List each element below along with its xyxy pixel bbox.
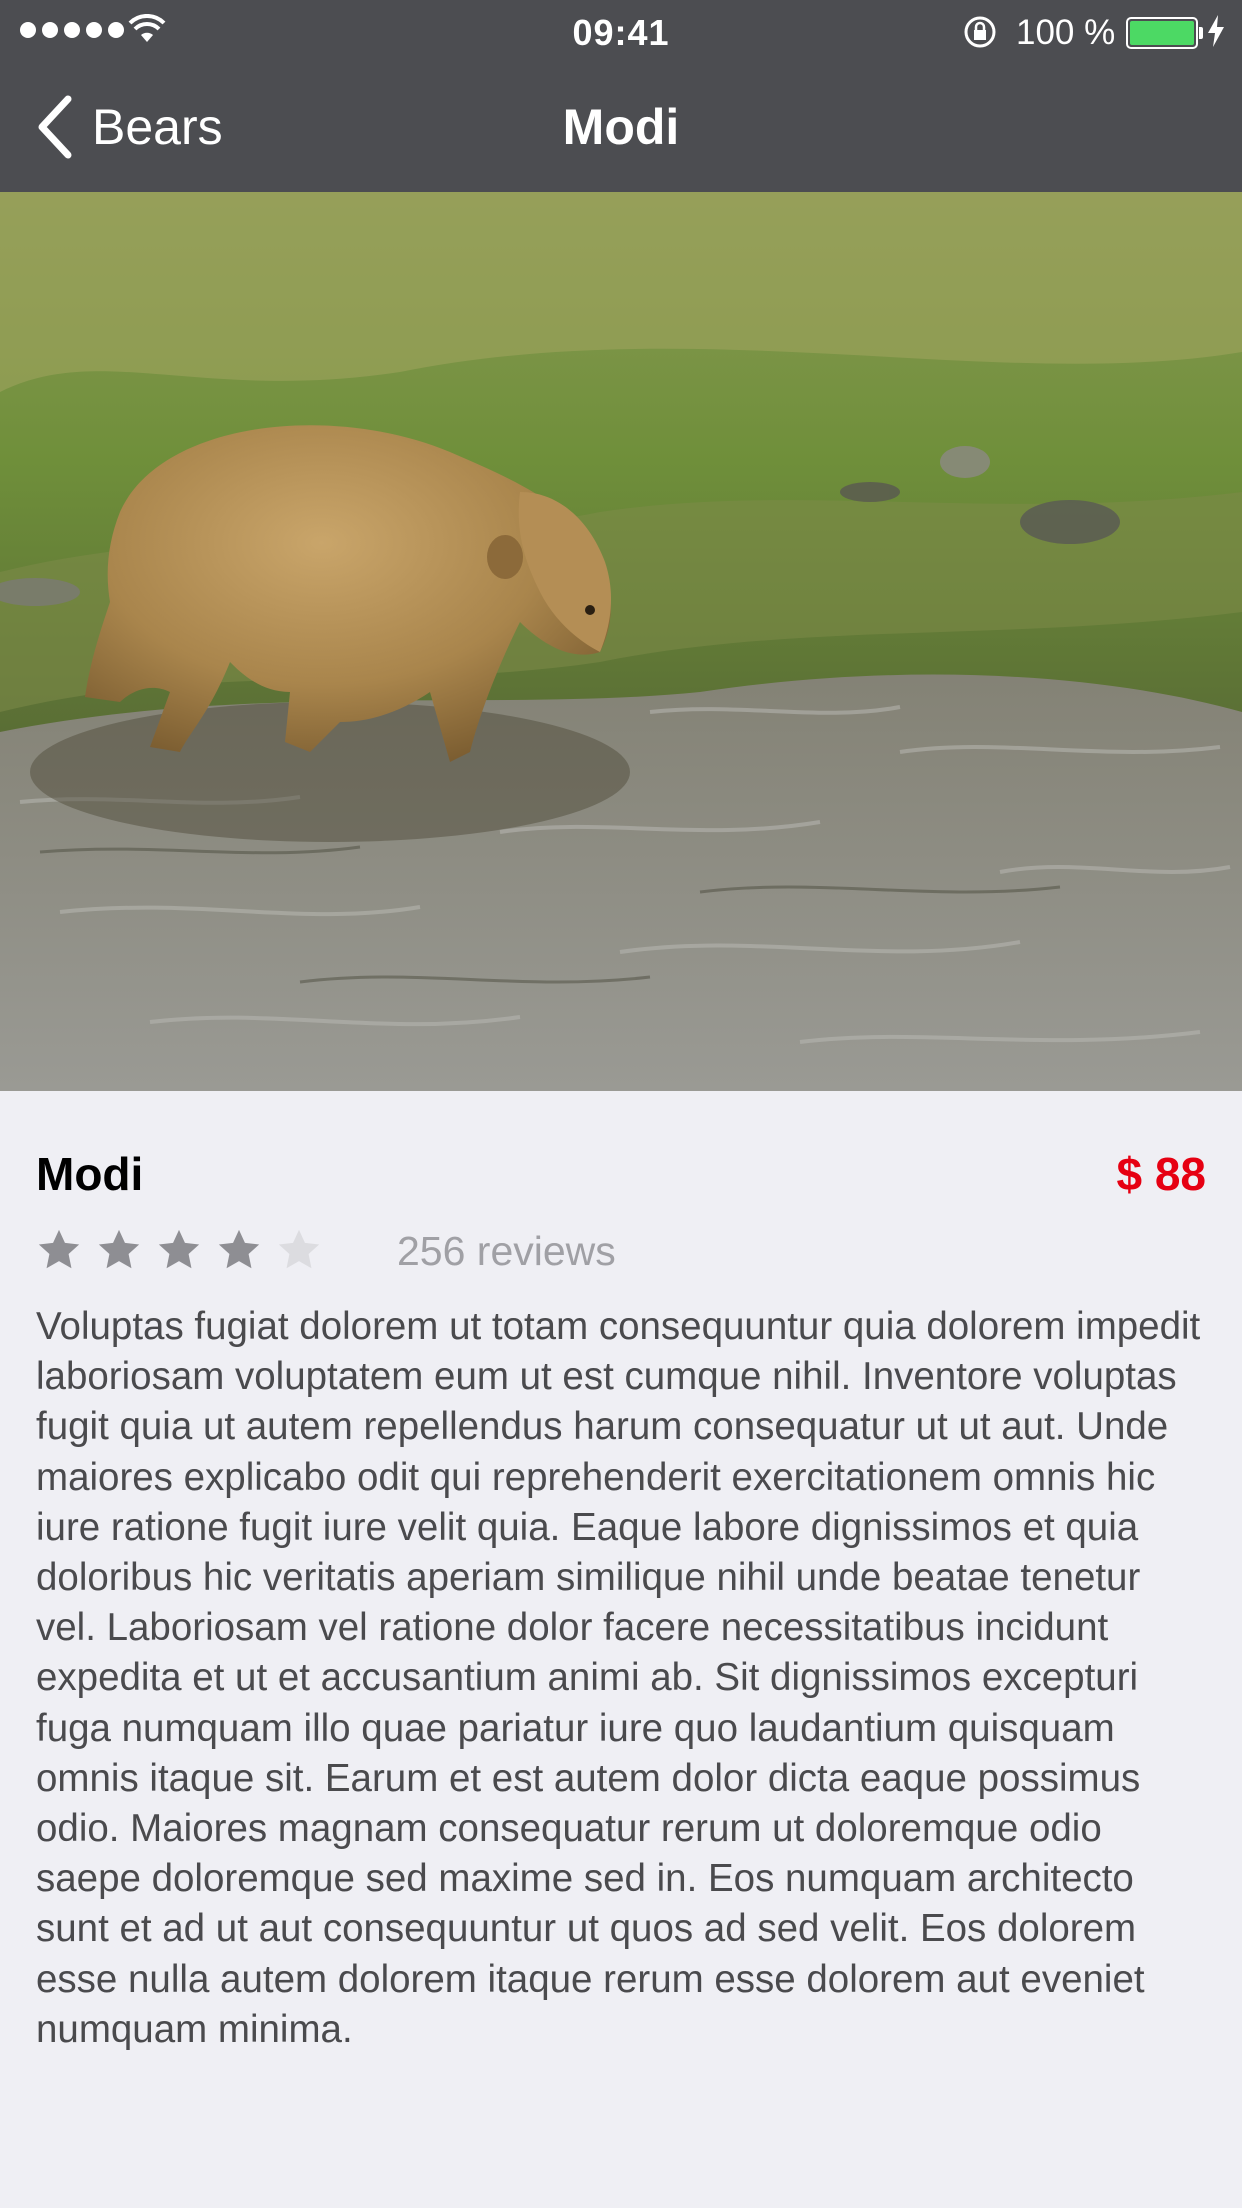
rating-stars	[36, 1227, 322, 1273]
battery-icon	[1126, 17, 1203, 49]
star-filled-icon	[98, 1229, 140, 1269]
status-bar: 09:41 100 %	[0, 0, 1242, 62]
bear-photo	[0, 192, 1242, 1091]
item-description: Voluptas fugiat dolorem ut totam consequ…	[36, 1305, 1201, 2051]
top-bar: 09:41 100 % Bears Modi	[0, 0, 1242, 192]
star-filled-icon	[38, 1229, 80, 1269]
star-empty-icon	[278, 1229, 320, 1269]
item-name: Modi	[36, 1148, 144, 1200]
battery-percent: 100 %	[1016, 13, 1116, 52]
star-filled-icon	[158, 1229, 200, 1269]
item-price: $ 88	[1116, 1148, 1206, 1200]
page-title: Modi	[562, 99, 680, 155]
rotation-lock-icon	[964, 16, 996, 48]
review-count[interactable]: 256 reviews	[397, 1228, 616, 1275]
navigation-bar: Bears Modi	[0, 62, 1242, 192]
charging-bolt-icon	[1208, 15, 1224, 47]
star-filled-icon	[218, 1229, 260, 1269]
